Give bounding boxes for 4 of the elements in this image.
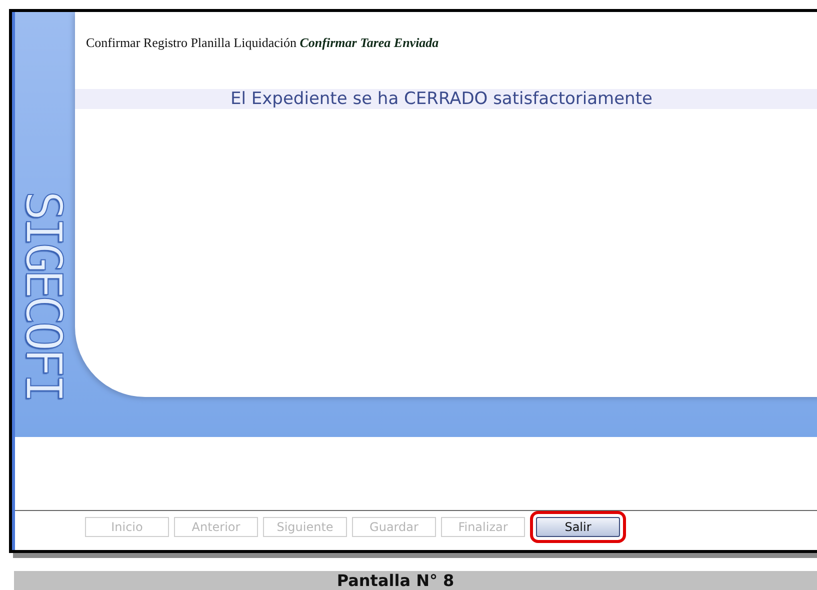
logo: SIGECOFI (14, 190, 72, 400)
caption: Pantalla N° 8 (14, 571, 817, 590)
page-title: Confirmar Registro Planilla Liquidación Confirmar Tarea Enviada (86, 35, 440, 51)
status-message: El Expediente se ha CERRADO satisfactoriamente (75, 89, 817, 109)
